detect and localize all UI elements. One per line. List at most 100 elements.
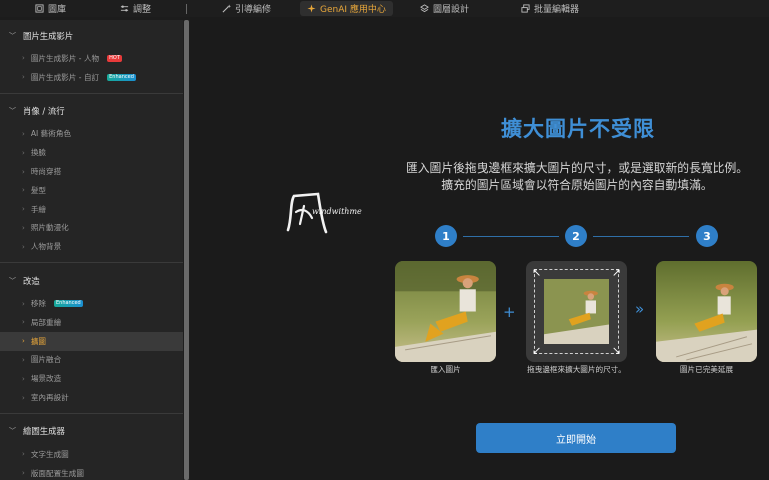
divider — [0, 412, 183, 414]
tab-gallery-label: 圖庫 — [48, 5, 67, 15]
tab-batch-editor[interactable]: 批量編輯器 — [514, 1, 586, 16]
chevron-right-icon: › — [22, 54, 25, 63]
sidebar-item-anime[interactable]: › 照片動漫化 — [0, 219, 189, 238]
chevron-right-icon: › — [22, 242, 25, 251]
watermark-logo: windwithme — [282, 188, 372, 238]
step-connector — [593, 236, 689, 237]
sidebar-item-interior[interactable]: › 室內再設計 — [0, 388, 189, 407]
sidebar-item-label: 髮型 — [30, 185, 46, 195]
tab-guided-edit[interactable]: 引導編修 — [215, 1, 278, 16]
batch-icon — [521, 4, 530, 13]
top-tab-bar: 圖庫 調整 引導編修 GenAI 應用中心 圖層設計 批量編輯器 — [0, 0, 769, 17]
sidebar-item-label: 換臉 — [30, 148, 46, 158]
section-title: 繪圖生成器 — [23, 426, 65, 437]
chevron-right-icon: › — [22, 355, 25, 364]
adjust-icon — [120, 5, 129, 12]
sidebar-item-person-background[interactable]: › 人物背景 — [0, 237, 189, 256]
hot-badge: HOT — [107, 54, 122, 62]
sidebar-item-inpaint[interactable]: › 局部重繪 — [0, 313, 189, 332]
tab-adjust-label: 調整 — [133, 5, 152, 15]
chevron-right-icon: › — [22, 469, 25, 478]
section-generator[interactable]: ﹀ 繪圖生成器 — [0, 418, 189, 445]
section-transform[interactable]: ﹀ 改造 — [0, 267, 189, 294]
divider — [0, 262, 183, 264]
chevron-right-icon: › — [22, 393, 25, 402]
section-portrait[interactable]: ﹀ 肖像 / 流行 — [0, 98, 189, 125]
step-2-badge: 2 — [565, 225, 587, 247]
chevron-right-icon: › — [22, 73, 25, 82]
section-title: 圖片生成影片 — [23, 30, 74, 41]
chevron-right-icon: › — [22, 186, 25, 195]
sidebar-item-blend[interactable]: › 圖片融合 — [0, 351, 189, 370]
chevron-down-icon: ﹀ — [9, 276, 16, 285]
sidebar-item-label: 移除 — [30, 299, 46, 309]
arrow-down-right-icon: ↘ — [611, 344, 621, 357]
page-title: 擴大圖片不受限 — [501, 117, 655, 141]
enhanced-badge: Enhanced — [107, 73, 136, 81]
sidebar-item-label: 版面配置生成圖 — [30, 468, 84, 478]
sidebar-item-label: 照片動漫化 — [30, 223, 69, 233]
description: 匯入圖片後拖曳邊框來擴大圖片的尺寸，或是選取新的長寬比例。 擴充的圖片區域會以符… — [380, 160, 769, 194]
sidebar-item-label: 時尚穿搭 — [30, 167, 62, 177]
section-image-to-video[interactable]: ﹀ 圖片生成影片 — [0, 22, 189, 49]
sidebar-item-image-to-video-person[interactable]: › 圖片生成影片 - 人物 HOT — [0, 49, 189, 68]
chevron-right-icon: › — [22, 148, 25, 157]
start-button[interactable]: 立即開始 — [476, 423, 676, 453]
chevron-down-icon: ﹀ — [9, 31, 16, 40]
chevron-down-icon: ﹀ — [9, 427, 16, 436]
framed-image — [544, 279, 609, 344]
chevron-right-icon: › — [22, 167, 25, 176]
sidebar-item-label: 局部重繪 — [30, 317, 62, 327]
tab-layers[interactable]: 圖層設計 — [413, 1, 476, 16]
enhanced-badge: Enhanced — [54, 300, 83, 308]
description-line: 匯入圖片後拖曳邊框來擴大圖片的尺寸，或是選取新的長寬比例。 — [405, 161, 749, 175]
tab-guided-edit-label: 引導編修 — [235, 5, 272, 15]
tab-gallery[interactable]: 圖庫 — [28, 1, 73, 16]
sidebar-item-face-swap[interactable]: › 換臉 — [0, 143, 189, 162]
sidebar-item-layout-to-image[interactable]: › 版面配置生成圖 — [0, 464, 189, 480]
sidebar-item-text-to-image[interactable]: › 文字生成圖 — [0, 445, 189, 464]
sidebar-item-label: AI 藝術角色 — [30, 129, 72, 139]
step-1-caption: 匯入圖片 — [430, 365, 461, 374]
step-3-caption: 圖片已完美延展 — [679, 365, 734, 374]
sidebar-scrollbar-thumb[interactable] — [184, 20, 189, 480]
sidebar-item-label: 文字生成圖 — [30, 449, 69, 459]
tab-genai[interactable]: GenAI 應用中心 — [300, 1, 393, 16]
sidebar-item-label: 擴圖 — [30, 336, 46, 346]
sidebar-item-label: 圖片生成影片 - 自訂 — [30, 72, 100, 82]
sidebar-item-label: 場景改造 — [30, 374, 62, 384]
step-connector — [463, 236, 559, 237]
sidebar-item-hairstyle[interactable]: › 髮型 — [0, 181, 189, 200]
step-2-caption: 拖曳邊框來擴大圖片的尺寸。 — [527, 365, 626, 374]
chevron-right-icon: › — [22, 129, 25, 138]
sidebar-item-scene[interactable]: › 場景改造 — [0, 369, 189, 388]
chevron-right-icon: › — [22, 205, 25, 214]
main-panel — [190, 17, 769, 480]
sidebar-item-label: 圖片融合 — [30, 355, 62, 365]
sidebar-item-label: 人物背景 — [30, 242, 62, 252]
section-title: 肖像 / 流行 — [23, 106, 65, 117]
sidebar-item-fashion[interactable]: › 時尚穿搭 — [0, 162, 189, 181]
sidebar-item-image-to-video-custom[interactable]: › 圖片生成影片 - 自訂 Enhanced — [0, 68, 189, 87]
sidebar-item-label: 圖片生成影片 - 人物 — [30, 53, 100, 63]
sidebar: ﹀ 圖片生成影片 › 圖片生成影片 - 人物 HOT › 圖片生成影片 - 自訂… — [0, 20, 189, 480]
arrow-up-left-icon: ↖ — [532, 266, 542, 279]
tab-adjust[interactable]: 調整 — [113, 1, 158, 16]
sidebar-item-sketch[interactable]: › 手繪 — [0, 200, 189, 219]
result-image — [656, 261, 757, 362]
section-title: 改造 — [23, 275, 40, 286]
double-arrow-icon: » — [635, 300, 645, 318]
chevron-right-icon: › — [22, 450, 25, 459]
step-3-badge: 3 — [696, 225, 718, 247]
description-line: 擴充的圖片區域會以符合原始圖片的內容自動填滿。 — [441, 178, 713, 192]
layers-icon — [419, 4, 429, 13]
sidebar-item-label: 室內再設計 — [30, 393, 69, 403]
sidebar-item-remove[interactable]: › 移除 Enhanced — [0, 294, 189, 313]
tab-batch-editor-label: 批量編輯器 — [533, 5, 579, 15]
sidebar-item-expand[interactable]: › 擴圖 — [0, 331, 189, 351]
chevron-down-icon: ﹀ — [9, 107, 16, 116]
step-1-badge: 1 — [435, 225, 457, 247]
sidebar-item-ai-art-character[interactable]: › AI 藝術角色 — [0, 125, 189, 144]
chevron-right-icon: › — [22, 337, 25, 346]
gallery-icon — [35, 4, 44, 13]
